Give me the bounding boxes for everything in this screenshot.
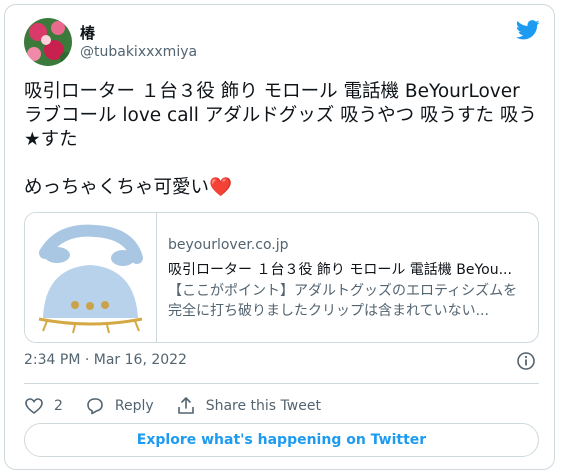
explore-button[interactable]: Explore what's happening on Twitter [24, 423, 539, 457]
twitter-bird-icon[interactable] [515, 20, 540, 40]
share-label: Share this Tweet [205, 398, 321, 414]
divider [24, 383, 539, 384]
tweet-embed-card: 椿 @tubakixxxmiya 吸引ローター １台３役 飾り モロール 電話機… [4, 4, 555, 470]
author-handle[interactable]: @tubakixxxmiya [80, 44, 197, 60]
link-title: 吸引ローター １台３役 飾り モロール 電話機 BeYou... [168, 262, 512, 278]
tweet-timestamp[interactable]: 2:34 PM · Mar 16, 2022 [24, 352, 187, 368]
product-thumbnail [25, 213, 157, 342]
heart-emoji: ❤️ [209, 177, 233, 198]
reply-button[interactable]: Reply [85, 396, 154, 416]
link-preview-card[interactable]: beyourlover.co.jp 吸引ローター １台３役 飾り モロール 電話… [24, 212, 539, 343]
like-button[interactable]: 2 [24, 396, 63, 416]
info-icon[interactable] [516, 351, 536, 371]
tweet-body: 吸引ローター １台３役 飾り モロール 電話機 BeYourLover ラブコー… [24, 81, 537, 198]
share-button[interactable]: Share this Tweet [176, 396, 321, 416]
tweet-text: 吸引ローター １台３役 飾り モロール 電話機 BeYourLover ラブコー… [24, 80, 539, 200]
reply-label: Reply [114, 398, 154, 414]
reply-icon [87, 398, 103, 415]
tweet-actions: 2 Reply Share this Tweet [24, 391, 343, 421]
avatar[interactable] [24, 18, 72, 66]
author-display-name[interactable]: 椿 [80, 22, 95, 43]
like-count: 2 [54, 398, 63, 414]
heart-icon [25, 398, 43, 415]
share-icon [177, 397, 194, 414]
link-description: 【ここがポイント】アダルトグッズのエロティシズムを完全に打ち破りましたクリップは… [168, 283, 518, 319]
link-domain: beyourlover.co.jp [168, 237, 289, 253]
